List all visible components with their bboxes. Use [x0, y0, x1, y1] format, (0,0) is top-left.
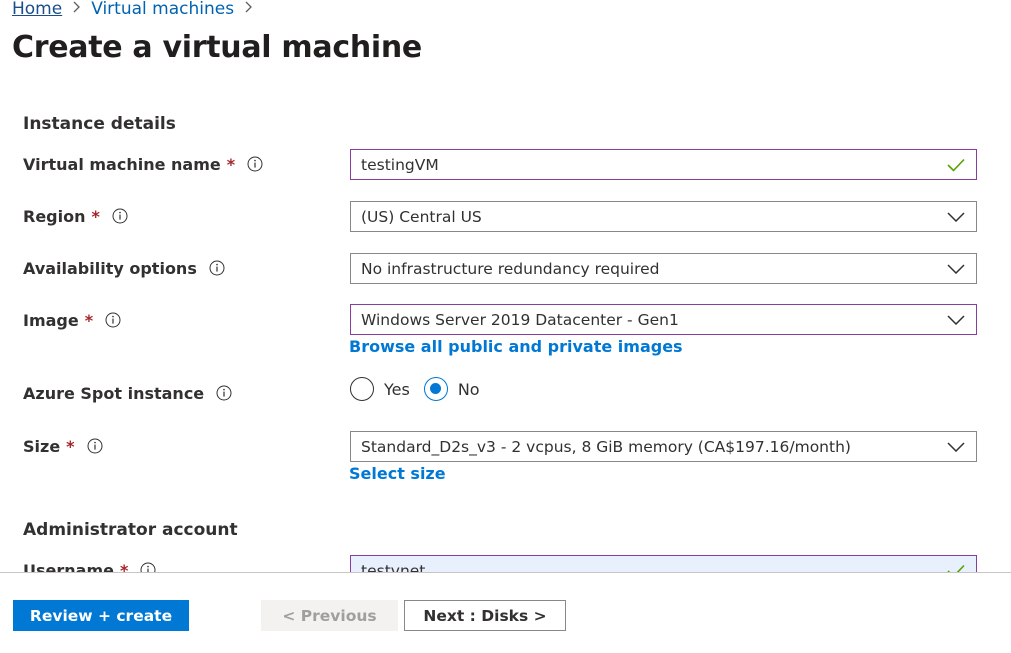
image-label: Image *: [23, 305, 121, 335]
chevron-down-icon: [946, 207, 966, 227]
checkmark-icon: [946, 155, 966, 175]
vm-name-label-text: Virtual machine name: [23, 154, 221, 174]
chevron-right-icon: [244, 1, 253, 17]
next-disks-button[interactable]: Next : Disks >: [404, 600, 566, 631]
info-icon[interactable]: [105, 312, 121, 328]
chevron-down-icon: [946, 259, 966, 279]
availability-value: No infrastructure redundancy required: [361, 259, 660, 278]
availability-label-text: Availability options: [23, 258, 197, 278]
previous-button[interactable]: < Previous: [261, 600, 398, 631]
spot-no-option[interactable]: No: [423, 377, 480, 401]
breadcrumb-virtual-machines-link[interactable]: Virtual machines: [91, 0, 234, 19]
spot-no-label: No: [457, 379, 480, 399]
size-value: Standard_D2s_v3 - 2 vcpus, 8 GiB memory …: [361, 437, 851, 456]
info-icon[interactable]: [140, 562, 156, 572]
spot-yes-label: Yes: [384, 379, 410, 399]
spot-label: Azure Spot instance: [23, 378, 232, 408]
region-value: (US) Central US: [361, 207, 482, 226]
chevron-down-icon: [946, 437, 966, 457]
page-title: Create a virtual machine: [12, 30, 422, 65]
chevron-right-icon: [72, 1, 81, 17]
image-dropdown[interactable]: Windows Server 2019 Datacenter - Gen1: [350, 304, 977, 335]
select-size-link[interactable]: Select size: [349, 464, 446, 483]
section-heading-administrator-account: Administrator account: [23, 520, 238, 540]
region-label: Region *: [23, 201, 128, 231]
image-value: Windows Server 2019 Datacenter - Gen1: [361, 310, 679, 329]
info-icon[interactable]: [247, 156, 263, 172]
availability-dropdown[interactable]: No infrastructure redundancy required: [350, 253, 977, 284]
chevron-down-icon: [946, 310, 966, 330]
info-icon[interactable]: [87, 438, 103, 454]
spot-yes-option[interactable]: Yes: [350, 377, 410, 401]
info-icon[interactable]: [209, 260, 225, 276]
section-heading-instance-details: Instance details: [23, 114, 176, 134]
size-label-text: Size: [23, 436, 61, 456]
username-input[interactable]: testvnet: [350, 555, 977, 572]
vm-name-input[interactable]: testingVM: [350, 149, 977, 180]
create-vm-page: Home Virtual machines Create a virtual m…: [0, 0, 1011, 653]
required-marker: *: [84, 310, 94, 330]
vm-name-value: testingVM: [361, 155, 439, 174]
wizard-footer: Review + create < Previous Next : Disks …: [0, 572, 1011, 653]
breadcrumb-home-link[interactable]: Home: [12, 0, 62, 19]
browse-images-link[interactable]: Browse all public and private images: [349, 337, 683, 356]
availability-label: Availability options: [23, 253, 225, 283]
required-marker: *: [226, 154, 236, 174]
username-value: testvnet: [361, 561, 426, 573]
vm-name-label: Virtual machine name *: [23, 149, 263, 179]
username-label-text: Username: [23, 560, 114, 573]
region-dropdown[interactable]: (US) Central US: [350, 201, 977, 232]
required-marker: *: [91, 206, 100, 226]
spot-radio-group: Yes No: [350, 375, 494, 403]
size-dropdown[interactable]: Standard_D2s_v3 - 2 vcpus, 8 GiB memory …: [350, 431, 977, 462]
form-scroll-area[interactable]: Instance details Virtual machine name * …: [0, 100, 1011, 572]
username-label: Username *: [23, 555, 156, 572]
required-marker: *: [119, 560, 129, 573]
radio-no[interactable]: [423, 377, 448, 401]
info-icon[interactable]: [216, 385, 232, 401]
review-create-button[interactable]: Review + create: [13, 600, 189, 631]
radio-yes[interactable]: [350, 377, 374, 401]
info-icon[interactable]: [112, 208, 128, 224]
image-label-text: Image: [23, 310, 79, 330]
spot-label-text: Azure Spot instance: [23, 383, 205, 403]
required-marker: *: [66, 436, 75, 456]
breadcrumb: Home Virtual machines: [12, 0, 263, 20]
checkmark-icon: [946, 561, 966, 572]
size-label: Size *: [23, 431, 103, 461]
region-label-text: Region: [23, 206, 86, 226]
